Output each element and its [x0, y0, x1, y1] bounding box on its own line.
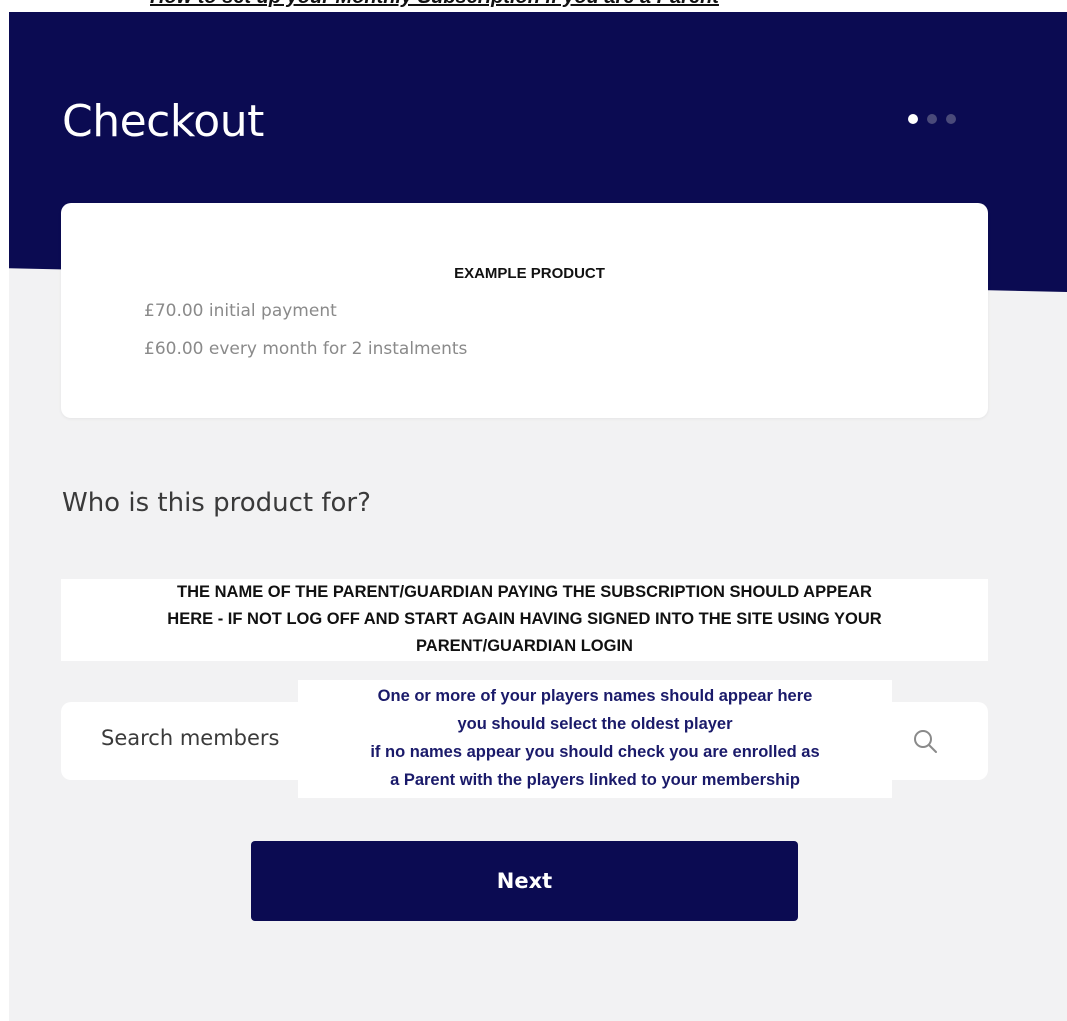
search-placeholder: Search members	[101, 726, 280, 750]
guardian-note-line: PARENT/GUARDIAN LOGIN	[416, 637, 633, 655]
step-indicator	[908, 114, 956, 124]
step-dot-3	[946, 114, 956, 124]
guardian-note: THE NAME OF THE PARENT/GUARDIAN PAYING T…	[61, 579, 988, 661]
step-dot-1	[908, 114, 918, 124]
next-button[interactable]: Next	[251, 841, 798, 921]
initial-payment: £70.00 initial payment	[144, 301, 337, 321]
recipient-question: Who is this product for?	[62, 488, 371, 518]
page-title: Checkout	[62, 96, 264, 147]
product-card: EXAMPLE PRODUCT £70.00 initial payment £…	[61, 203, 988, 418]
recurring-payment: £60.00 every month for 2 instalments	[144, 339, 468, 359]
guardian-note-line: HERE - IF NOT LOG OFF AND START AGAIN HA…	[167, 610, 882, 628]
players-note: One or more of your players names should…	[298, 680, 892, 798]
players-note-line: a Parent with the players linked to your…	[390, 771, 800, 789]
guardian-note-text: THE NAME OF THE PARENT/GUARDIAN PAYING T…	[61, 579, 988, 660]
checkout-frame: Checkout EXAMPLE PRODUCT £70.00 initial …	[9, 12, 1067, 1021]
guardian-note-line: THE NAME OF THE PARENT/GUARDIAN PAYING T…	[177, 583, 872, 601]
step-dot-2	[927, 114, 937, 124]
players-note-line: One or more of your players names should…	[377, 687, 813, 705]
players-note-line: you should select the oldest player	[457, 715, 733, 733]
product-name: EXAMPLE PRODUCT	[454, 265, 605, 282]
annotation-title: How to set up your Monthly Subscription …	[150, 0, 940, 8]
players-note-text: One or more of your players names should…	[298, 682, 892, 794]
players-note-line: if no names appear you should check you …	[370, 743, 820, 761]
search-icon[interactable]	[912, 728, 938, 754]
